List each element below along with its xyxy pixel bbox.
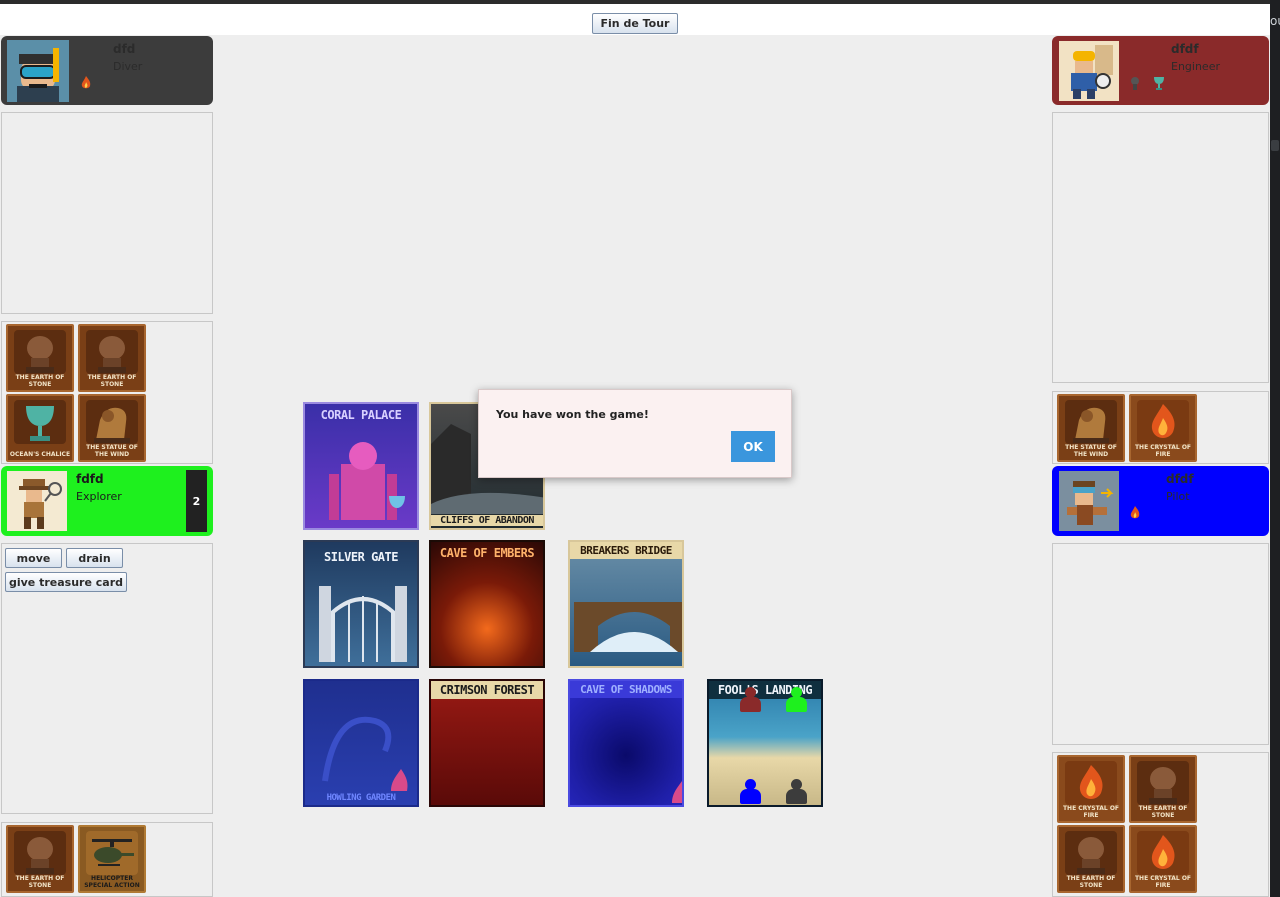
stone-statue-icon [14,330,66,374]
end-turn-button[interactable]: Fin de Tour [592,13,678,34]
pilot-role: Pilot [1166,490,1190,503]
wind-statue-icon [1065,400,1117,444]
pilot-avatar [1059,471,1119,531]
fire-crystal-icon [1137,831,1189,875]
move-button[interactable]: move [5,548,62,568]
explorer-role: Explorer [76,490,122,503]
wind-statue-icon [86,400,138,444]
action-panel: move drain give treasure card [1,543,213,814]
cave-flame [672,781,682,803]
tile-name: CAVE OF EMBERS [439,546,535,560]
pawn-pilot [739,779,761,805]
treasure-card[interactable]: THE STATUE OF THE WIND [1057,394,1125,462]
pawn-explorer [785,687,807,713]
tile-name: HOWLING GARDEN [326,793,396,803]
engineer-name: dfdf [1171,42,1199,56]
helicopter-card[interactable]: HELICOPTER SPECIAL ACTION [78,825,146,893]
treasure-card[interactable]: THE CRYSTAL OF FIRE [1129,394,1197,462]
engineer-hand-panel [1052,112,1269,383]
engineer-role: Engineer [1171,60,1220,73]
player-card-pilot[interactable]: dfdf Pilot [1052,466,1269,536]
win-dialog: You have won the game! OK [478,389,792,478]
explorer-hand-panel: THE EARTH OF STONE THE EARTH OF STONE OC… [1,321,213,464]
treasure-card[interactable]: THE EARTH OF STONE [6,825,74,893]
stone-treasure-icon [1130,76,1140,93]
card-label: THE CRYSTAL OF FIRE [1062,805,1120,819]
bridge-art [574,602,682,652]
chalice-treasure-icon [1153,76,1165,93]
coral-palace-art [329,442,405,520]
tile-name: CORAL PALACE [320,408,402,422]
card-label: THE EARTH OF STONE [15,875,65,889]
card-label: THE STATUE OF THE WIND [86,444,138,458]
card-label: THE EARTH OF STONE [1138,805,1188,819]
pilot-action-panel [1052,543,1269,745]
diver-avatar [7,40,69,102]
bottom-left-hand-panel: THE EARTH OF STONE HELICOPTER SPECIAL AC… [1,822,213,897]
stone-statue-icon [1065,831,1117,875]
tile-name: SILVER GATE [324,550,398,564]
pawn-engineer [739,687,761,713]
card-label: THE CRYSTAL OF FIRE [1134,444,1192,458]
card-label: THE EARTH OF STONE [1066,875,1116,889]
fire-crystal-icon [1137,400,1189,444]
player-card-diver[interactable]: dfd Diver [1,36,213,105]
treasure-card[interactable]: THE EARTH OF STONE [6,324,74,392]
treasure-card[interactable]: THE EARTH OF STONE [78,324,146,392]
tile-name: CRIMSON FOREST [431,681,543,699]
treasure-card[interactable]: THE STATUE OF THE WIND [78,394,146,462]
treasure-card[interactable]: OCEAN'S CHALICE [6,394,74,462]
pilot-name: dfdf [1166,472,1194,486]
tile-crimson-forest[interactable]: CRIMSON FOREST [429,679,545,807]
toolbar: Fin de Tour [0,4,1270,35]
actions-remaining-badge: 2 [186,470,207,532]
player-card-explorer[interactable]: fdfd Explorer 2 [1,466,213,536]
treasure-card[interactable]: THE CRYSTAL OF FIRE [1057,755,1125,823]
stone-statue-icon [1137,761,1189,805]
diver-name: dfd [113,42,136,56]
stone-statue-icon [14,831,66,875]
chalice-icon [14,400,66,444]
card-label: OCEAN'S CHALICE [9,451,71,458]
card-label: HELICOPTER SPECIAL ACTION [84,875,140,889]
stone-statue-icon [86,330,138,374]
tile-cave-of-shadows[interactable]: CAVE OF SHADOWS [568,679,684,807]
card-label: THE STATUE OF THE WIND [1065,444,1117,458]
engineer-avatar [1059,41,1119,101]
tile-howling-garden[interactable]: HOWLING GARDEN [303,679,419,807]
win-message: You have won the game! [496,408,649,421]
ok-button[interactable]: OK [731,431,775,462]
diver-role: Diver [113,60,143,73]
tile-name: BREAKERS BRIDGE [570,542,682,559]
pilot-hand-panel: THE STATUE OF THE WIND THE CRYSTAL OF FI… [1052,391,1269,464]
helicopter-icon [86,831,138,875]
player-card-engineer[interactable]: dfdf Engineer [1052,36,1269,105]
card-label: THE CRYSTAL OF FIRE [1134,875,1192,889]
drain-button[interactable]: drain [66,548,123,568]
diver-hand-panel [1,112,213,314]
background-window-edge: ou [1270,0,1280,897]
fire-treasure-icon [1130,506,1140,523]
bottom-right-hand-panel: THE CRYSTAL OF FIRE THE EARTH OF STONE T… [1052,752,1269,897]
fire-treasure-icon [81,76,91,93]
tile-breakers-bridge[interactable]: BREAKERS BRIDGE [568,540,684,668]
give-treasure-card-button[interactable]: give treasure card [5,572,127,592]
tile-name: CAVE OF SHADOWS [570,681,682,698]
card-label: THE EARTH OF STONE [15,374,65,388]
treasure-card[interactable]: THE EARTH OF STONE [1057,825,1125,893]
explorer-name: fdfd [76,472,104,486]
explorer-avatar [7,471,67,531]
tile-cave-of-embers[interactable]: CAVE OF EMBERS [429,540,545,668]
tile-coral-palace[interactable]: CORAL PALACE [303,402,419,530]
pawn-diver [785,779,807,805]
tile-silver-gate[interactable]: SILVER GATE [303,540,419,668]
tile-fools-landing[interactable]: FOOL'S LANDING [707,679,823,807]
howling-garden-art [322,716,408,791]
card-label: THE EARTH OF STONE [87,374,137,388]
treasure-card[interactable]: THE CRYSTAL OF FIRE [1129,825,1197,893]
treasure-card[interactable]: THE EARTH OF STONE [1129,755,1197,823]
tile-name: CLIFFS OF ABANDON [431,515,543,526]
fire-crystal-icon [1065,761,1117,805]
